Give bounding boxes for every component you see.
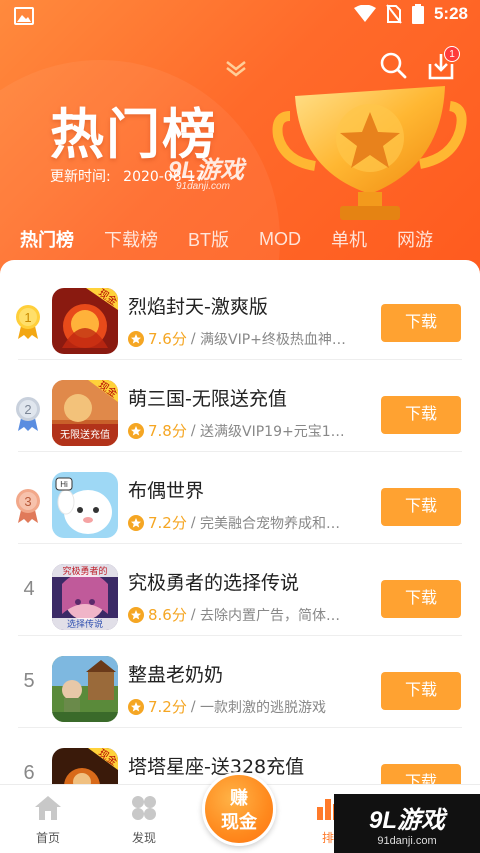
app-score: 7.2分	[148, 514, 187, 532]
rank-number: 6	[23, 762, 35, 784]
app-name: 究极勇者的选择传说	[128, 572, 300, 594]
app-meta: 8.6分 / 去除内置广告，简体…	[128, 604, 340, 625]
game-list: 1 现金 烈焰封天-激爽版 7.6分 / 满级VIP+终极热血神… 下载 2 现…	[0, 260, 480, 800]
watermark-sub: 91danji.com	[377, 835, 437, 847]
tab-downloads[interactable]: 下载榜	[104, 226, 158, 252]
star-icon	[128, 330, 144, 347]
watermark-main: 9L游戏	[368, 807, 445, 834]
download-button[interactable]: 下载	[381, 304, 461, 342]
category-tabs: 热门榜 下载榜 BT版 MOD 单机 网游	[0, 214, 480, 264]
home-icon	[35, 796, 61, 820]
list-item[interactable]: 4 究极勇者的 选择传说 究极勇者的选择传说 8.6分 / 去除内置广告，简体……	[0, 544, 480, 636]
list-item[interactable]: 2 现金 无限送充值 萌三国-无限送充值 7.8分 / 送满级VIP19+元宝1…	[0, 360, 480, 452]
star-icon	[128, 422, 144, 439]
app-name: 布偶世界	[128, 480, 205, 502]
header-banner: 5:28 1 热门榜 更新时间: 2020-08-17 9L游戏 91danji…	[0, 0, 480, 300]
rank-number: 2	[24, 402, 31, 417]
app-score: 7.6分	[148, 330, 187, 348]
image-icon	[14, 7, 34, 25]
app-desc: 完美融合宠物养成和…	[200, 515, 341, 532]
app-desc: 满级VIP+终极热血神…	[200, 331, 346, 348]
download-button[interactable]: 下载	[381, 488, 461, 526]
nav-home[interactable]: 首页	[18, 795, 78, 846]
app-meta: 7.2分 / 一款刺激的逃脱游戏	[128, 696, 326, 717]
silver-medal-icon: 2	[16, 397, 40, 431]
app-icon[interactable]: 究极勇者的 选择传说	[52, 564, 118, 630]
star-icon	[128, 514, 144, 531]
app-desc: 送满级VIP19+元宝1…	[200, 423, 345, 440]
star-icon	[128, 606, 144, 623]
nav-discover[interactable]: 发现	[114, 795, 174, 846]
icon-caption: 无限送充值	[60, 428, 110, 441]
watermark-logo: 9L游戏 91danji.com	[168, 150, 244, 192]
watermark-logo-bottom: 9L游戏 91danji.com	[334, 794, 480, 853]
tab-single[interactable]: 单机	[331, 226, 367, 252]
discover-icon	[132, 796, 156, 820]
app-score: 7.2分	[148, 698, 187, 716]
app-icon[interactable]	[52, 656, 118, 722]
app-name: 烈焰封天-激爽版	[128, 296, 268, 318]
chevron-down-icon[interactable]	[224, 58, 248, 78]
no-sim-icon	[386, 4, 402, 24]
app-score: 8.6分	[148, 606, 187, 624]
download-button[interactable]: 下载	[381, 672, 461, 710]
nav-home-label: 首页	[35, 831, 60, 845]
icon-badge: Hi	[60, 480, 68, 489]
rank-number: 1	[24, 310, 31, 325]
app-meta: 7.2分 / 完美融合宠物养成和…	[128, 512, 340, 533]
app-desc: 去除内置广告，简体…	[200, 607, 341, 624]
app-desc: 一款刺激的逃脱游戏	[200, 699, 327, 716]
icon-caption: 选择传说	[67, 618, 103, 630]
earn-line1: 赚	[230, 788, 248, 809]
download-button[interactable]: 下载	[381, 396, 461, 434]
tab-mod[interactable]: MOD	[259, 229, 301, 250]
app-icon[interactable]: Hi	[52, 472, 118, 538]
gold-medal-icon: 1	[16, 305, 40, 339]
nav-discover-label: 发现	[131, 831, 156, 845]
rank-number: 5	[23, 670, 35, 692]
battery-icon	[411, 4, 424, 24]
app-meta: 7.6分 / 满级VIP+终极热血神…	[128, 328, 346, 349]
wifi-icon	[353, 5, 376, 22]
download-count-badge: 1	[444, 46, 460, 62]
list-item[interactable]: 5 整蛊老奶奶 7.2分 / 一款刺激的逃脱游戏 下载	[0, 636, 480, 728]
app-name: 塔塔星座-送328充值	[128, 756, 305, 778]
list-item[interactable]: 3 Hi 布偶世界 7.2分 / 完美融合宠物养成和… 下载	[0, 452, 480, 544]
app-name: 萌三国-无限送充值	[128, 388, 287, 410]
bronze-medal-icon: 3	[16, 489, 40, 523]
rank-number: 4	[23, 578, 35, 600]
rank-number: 3	[24, 494, 31, 509]
app-score: 7.8分	[148, 422, 187, 440]
icon-badge: 究极勇者的	[62, 565, 107, 577]
tab-online[interactable]: 网游	[397, 226, 433, 252]
download-button[interactable]: 下载	[381, 580, 461, 618]
tab-bt[interactable]: BT版	[188, 226, 229, 252]
app-name: 整蛊老奶奶	[128, 664, 224, 686]
app-icon[interactable]: 现金 无限送充值	[52, 380, 118, 446]
app-icon[interactable]: 现金	[52, 288, 118, 354]
status-time: 5:28	[433, 4, 468, 23]
status-bar: 5:28	[0, 0, 480, 32]
app-meta: 7.8分 / 送满级VIP19+元宝1…	[128, 420, 345, 441]
earn-cash-button[interactable]: 赚 现金	[202, 772, 276, 846]
trophy-icon	[272, 86, 467, 220]
tab-hot[interactable]: 热门榜	[20, 226, 74, 264]
watermark-text: 9L游戏	[168, 157, 245, 184]
earn-line2: 现金	[221, 812, 257, 833]
list-item[interactable]: 1 现金 烈焰封天-激爽版 7.6分 / 满级VIP+终极热血神… 下载	[0, 268, 480, 360]
update-time-label: 更新时间:	[50, 169, 111, 185]
star-icon	[128, 698, 144, 715]
